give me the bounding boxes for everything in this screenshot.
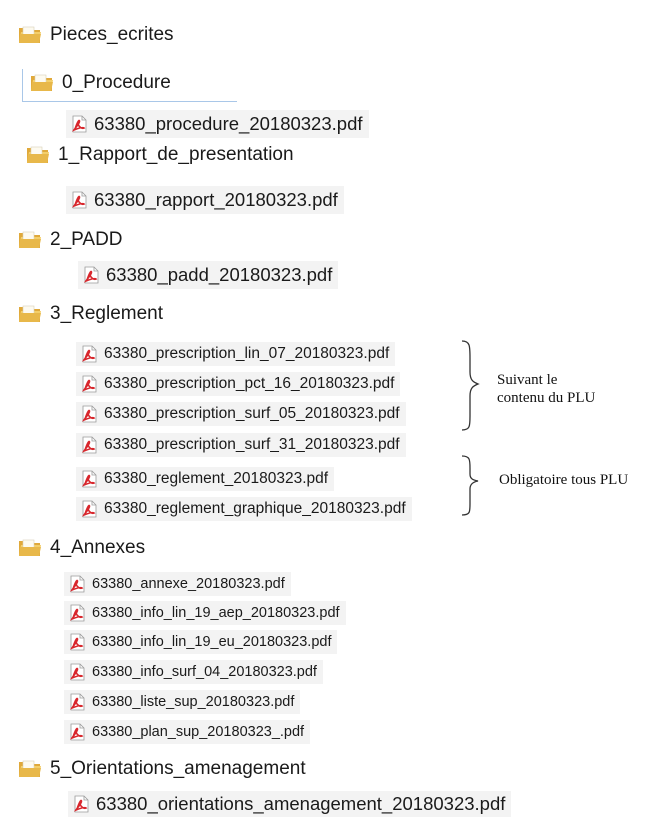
note-optional: Suivant le contenu du PLU	[497, 371, 595, 407]
folder-pieces-ecrites[interactable]: Pieces_ecrites	[18, 24, 174, 46]
folder-4-annexes[interactable]: 4_Annexes	[18, 537, 145, 559]
folder-icon	[18, 538, 42, 558]
file-label: 63380_annexe_20180323.pdf	[92, 576, 285, 592]
file-label: 63380_prescription_surf_31_20180323.pdf	[104, 436, 400, 453]
folder-icon	[18, 759, 42, 779]
pdf-file-icon	[68, 633, 86, 651]
folder-icon	[26, 145, 50, 165]
file-item[interactable]: 63380_plan_sup_20180323_.pdf	[64, 720, 311, 744]
pdf-file-icon	[80, 436, 98, 454]
file-label: 63380_reglement_20180323.pdf	[104, 470, 329, 487]
file-item[interactable]: 63380_prescription_pct_16_20180323.pdf	[76, 372, 401, 396]
file-label: 63380_reglement_graphique_20180323.pdf	[104, 500, 406, 517]
note-optional-line1: Suivant le	[497, 372, 558, 388]
file-label: 63380_padd_20180323.pdf	[106, 264, 333, 285]
file-label: 63380_liste_sup_20180323.pdf	[92, 694, 295, 710]
pdf-file-icon	[68, 723, 86, 741]
note-optional-line2: contenu du PLU	[497, 390, 596, 406]
file-label: 63380_prescription_pct_16_20180323.pdf	[104, 375, 395, 392]
file-label: 63380_prescription_lin_07_20180323.pdf	[104, 345, 390, 362]
file-label: 63380_plan_sup_20180323_.pdf	[92, 724, 305, 740]
brace-group	[461, 340, 480, 516]
file-label: 63380_procedure_20180323.pdf	[94, 113, 363, 134]
file-item[interactable]: 63380_info_surf_04_20180323.pdf	[64, 660, 323, 684]
pdf-file-icon	[80, 500, 98, 518]
pdf-file-icon	[68, 604, 86, 622]
file-label: 63380_prescription_surf_05_20180323.pdf	[104, 405, 400, 422]
file-item[interactable]: 63380_reglement_20180323.pdf	[76, 467, 335, 491]
pdf-file-icon	[80, 375, 98, 393]
folder-label: 3_Reglement	[50, 303, 164, 324]
file-label: 63380_info_surf_04_20180323.pdf	[92, 664, 317, 680]
folder-icon	[18, 304, 42, 324]
file-item[interactable]: 63380_annexe_20180323.pdf	[64, 572, 291, 596]
file-item[interactable]: 63380_info_lin_19_aep_20180323.pdf	[64, 601, 346, 625]
pdf-file-icon	[80, 470, 98, 488]
file-item[interactable]: 63380_prescription_surf_05_20180323.pdf	[76, 402, 406, 426]
file-item[interactable]: 63380_padd_20180323.pdf	[78, 261, 339, 289]
file-item[interactable]: 63380_reglement_graphique_20180323.pdf	[76, 497, 412, 521]
pdf-file-icon	[82, 266, 100, 284]
note-mandatory: Obligatoire tous PLU	[499, 472, 629, 488]
file-label: 63380_orientations_amenagement_20180323.…	[96, 793, 506, 814]
file-item[interactable]: 63380_prescription_lin_07_20180323.pdf	[76, 342, 396, 366]
pdf-file-icon	[68, 693, 86, 711]
pdf-file-icon	[68, 575, 86, 593]
folder-3-reglement[interactable]: 3_Reglement	[18, 303, 163, 325]
file-label: 63380_rapport_20180323.pdf	[94, 189, 338, 210]
brace-mandatory	[461, 455, 479, 516]
brace-optional	[461, 340, 480, 431]
folder-label: 2_PADD	[50, 229, 123, 250]
folder-0-procedure[interactable]: 0_Procedure	[30, 72, 171, 94]
folder-1-rapport-de-presentation[interactable]: 1_Rapport_de_presentation	[26, 144, 294, 166]
file-label: 63380_info_lin_19_eu_20180323.pdf	[92, 634, 332, 650]
folder-label: 5_Orientations_amenagement	[50, 758, 306, 779]
folder-label: Pieces_ecrites	[50, 24, 174, 45]
pdf-file-icon	[72, 795, 90, 813]
pdf-file-icon	[68, 663, 86, 681]
folder-icon	[18, 230, 42, 250]
folder-icon	[18, 25, 42, 45]
folder-label: 1_Rapport_de_presentation	[58, 144, 294, 165]
pdf-file-icon	[80, 405, 98, 423]
pdf-file-icon	[70, 115, 88, 133]
folder-5-orientations-amenagement[interactable]: 5_Orientations_amenagement	[18, 758, 306, 780]
file-item[interactable]: 63380_liste_sup_20180323.pdf	[64, 690, 301, 714]
file-item[interactable]: 63380_prescription_surf_31_20180323.pdf	[76, 433, 406, 457]
file-item[interactable]: 63380_rapport_20180323.pdf	[66, 186, 344, 214]
pdf-file-icon	[80, 345, 98, 363]
folder-2-padd[interactable]: 2_PADD	[18, 229, 123, 251]
file-item[interactable]: 63380_info_lin_19_eu_20180323.pdf	[64, 630, 338, 654]
file-label: 63380_info_lin_19_aep_20180323.pdf	[92, 605, 340, 621]
folder-label: 0_Procedure	[62, 72, 171, 93]
folder-icon	[30, 73, 54, 93]
file-item[interactable]: 63380_orientations_amenagement_20180323.…	[68, 791, 512, 817]
folder-label: 4_Annexes	[50, 537, 146, 558]
pdf-file-icon	[70, 191, 88, 209]
file-item[interactable]: 63380_procedure_20180323.pdf	[66, 110, 369, 138]
